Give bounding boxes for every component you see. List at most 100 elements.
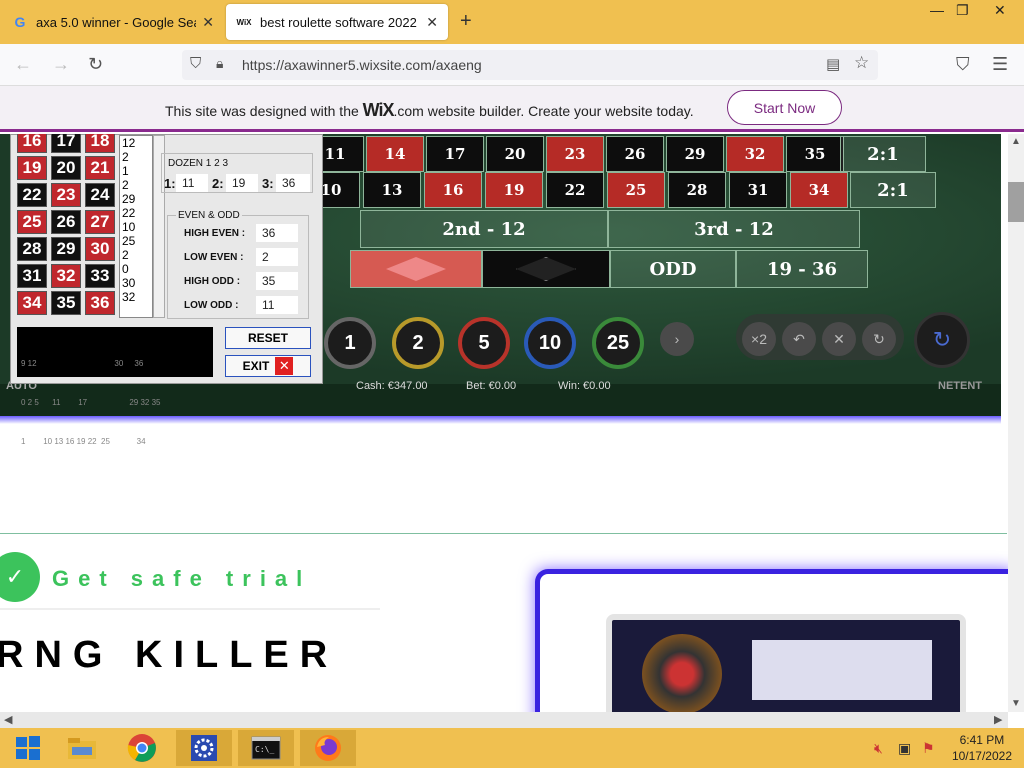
panel-number-32[interactable]: 32 [51, 264, 81, 288]
file-explorer-icon[interactable] [54, 730, 110, 766]
new-tab-icon[interactable]: + [460, 10, 472, 33]
close-window-icon[interactable]: ✕ [994, 2, 1006, 19]
system-clock[interactable]: 6:41 PM 10/17/2022 [952, 732, 1012, 764]
chrome-icon[interactable] [114, 730, 170, 766]
low-even-stepper[interactable]: 2 [256, 248, 298, 266]
rebet-icon[interactable]: ↻ [862, 322, 896, 356]
panel-number-36[interactable]: 36 [85, 291, 115, 315]
history-item[interactable]: 22 [122, 206, 152, 220]
command-prompt-icon[interactable]: C:\_ [238, 730, 294, 766]
chip-next-icon[interactable]: › [660, 322, 694, 356]
roulette-number-20[interactable]: 20 [486, 136, 544, 172]
restore-icon[interactable]: ❐ [956, 2, 969, 19]
start-now-button[interactable]: Start Now [727, 90, 842, 125]
roulette-number-23[interactable]: 23 [546, 136, 604, 172]
scroll-up-icon[interactable]: ▲ [1011, 136, 1021, 147]
undo-icon[interactable]: ↶ [782, 322, 816, 356]
panel-number-20[interactable]: 20 [51, 156, 81, 180]
panel-number-16[interactable]: 16 [17, 134, 47, 153]
panel-number-27[interactable]: 27 [85, 210, 115, 234]
url-bar[interactable]: ⛉ 🔒︎ https://axawinner5.wixsite.com/axae… [182, 50, 878, 80]
panel-number-30[interactable]: 30 [85, 237, 115, 261]
menu-icon[interactable]: ☰ [992, 54, 1008, 75]
roulette-number-13[interactable]: 13 [363, 172, 421, 208]
lock-icon[interactable]: 🔒︎ [216, 55, 223, 72]
red-bet[interactable] [350, 250, 482, 288]
pocket-icon[interactable]: ⛉ [956, 54, 970, 75]
panel-number-28[interactable]: 28 [17, 237, 47, 261]
panel-number-35[interactable]: 35 [51, 291, 81, 315]
roulette-number-26[interactable]: 26 [606, 136, 664, 172]
roulette-number-16[interactable]: 16 [424, 172, 482, 208]
column-bet-middle[interactable]: 2:1 [850, 172, 936, 208]
history-item[interactable]: 12 [122, 136, 152, 150]
roulette-number-14[interactable]: 14 [366, 136, 424, 172]
windows-start-icon[interactable] [0, 730, 56, 766]
reader-view-icon[interactable]: ▤ [826, 55, 840, 73]
panel-number-24[interactable]: 24 [85, 183, 115, 207]
roulette-number-28[interactable]: 28 [668, 172, 726, 208]
close-tab-icon[interactable]: ✕ [426, 14, 438, 31]
history-item[interactable]: 10 [122, 220, 152, 234]
low-odd-stepper[interactable]: 11 [256, 296, 298, 314]
chip-25[interactable]: 25 [592, 317, 644, 369]
history-item[interactable]: 2 [122, 178, 152, 192]
back-icon[interactable]: ← [14, 54, 32, 75]
history-item[interactable]: 25 [122, 234, 152, 248]
scroll-left-icon[interactable]: ◀ [4, 713, 12, 726]
horizontal-scrollbar[interactable]: ◀ ▶ [0, 712, 1008, 728]
clear-bets-icon[interactable]: ✕ [822, 322, 856, 356]
roulette-number-31[interactable]: 31 [729, 172, 787, 208]
shield-icon[interactable]: ⛉ [190, 55, 201, 72]
chip-10[interactable]: 10 [524, 317, 576, 369]
panel-number-31[interactable]: 31 [17, 264, 47, 288]
panel-number-18[interactable]: 18 [85, 134, 115, 153]
odd-bet[interactable]: ODD [610, 250, 736, 288]
notification-flag-icon[interactable]: ⚑ [922, 740, 935, 757]
reload-icon[interactable]: ↻ [88, 54, 103, 75]
vertical-scroll-thumb[interactable] [1008, 182, 1024, 222]
column-bet-top[interactable]: 2:1 [840, 136, 926, 172]
panel-number-22[interactable]: 22 [17, 183, 47, 207]
minimize-icon[interactable]: — [930, 2, 944, 18]
panel-number-33[interactable]: 33 [85, 264, 115, 288]
black-bet[interactable] [482, 250, 610, 288]
dozen-3-bet[interactable]: 3rd - 12 [608, 210, 860, 248]
forward-icon[interactable]: → [52, 54, 70, 75]
chip-5[interactable]: 5 [458, 317, 510, 369]
reset-button[interactable]: RESET [225, 327, 311, 349]
volume-muted-icon[interactable]: 🔇︎ [874, 740, 883, 757]
panel-number-23[interactable]: 23 [51, 183, 81, 207]
firefox-icon[interactable] [300, 730, 356, 766]
spin-button[interactable]: ↻ [914, 312, 970, 368]
high-odd-stepper[interactable]: 35 [256, 272, 298, 290]
history-item[interactable]: 2 [122, 150, 152, 164]
network-icon[interactable]: ▣ [898, 740, 911, 757]
bookmark-star-icon[interactable]: ☆ [854, 53, 869, 73]
roulette-number-35[interactable]: 35 [786, 136, 844, 172]
history-item[interactable]: 32 [122, 290, 152, 304]
history-item[interactable]: 0 [122, 262, 152, 276]
panel-number-17[interactable]: 17 [51, 134, 81, 153]
high-bet[interactable]: 19 - 36 [736, 250, 868, 288]
roulette-number-22[interactable]: 22 [546, 172, 604, 208]
history-item[interactable]: 29 [122, 192, 152, 206]
panel-number-19[interactable]: 19 [17, 156, 47, 180]
history-list[interactable]: 12 2 1 2 29 22 10 25 2 0 30 32 [119, 135, 153, 318]
scroll-down-icon[interactable]: ▼ [1011, 698, 1021, 709]
history-item[interactable]: 30 [122, 276, 152, 290]
chip-1[interactable]: 1 [324, 317, 376, 369]
roulette-number-32[interactable]: 32 [726, 136, 784, 172]
tab-wix-site[interactable]: WiX best roulette software 2022 |roulett… [226, 4, 448, 40]
double-bet-button[interactable]: ×2 [742, 322, 776, 356]
history-item[interactable]: 1 [122, 164, 152, 178]
dozen-2-bet[interactable]: 2nd - 12 [360, 210, 608, 248]
roulette-number-29[interactable]: 29 [666, 136, 724, 172]
scroll-right-icon[interactable]: ▶ [994, 713, 1002, 726]
dozen-2-stepper[interactable]: 19 [226, 174, 258, 192]
close-tab-icon[interactable]: ✕ [202, 14, 214, 31]
dozen-3-stepper[interactable]: 36 [276, 174, 310, 192]
panel-number-34[interactable]: 34 [17, 291, 47, 315]
roulette-number-34[interactable]: 34 [790, 172, 848, 208]
history-item[interactable]: 2 [122, 248, 152, 262]
